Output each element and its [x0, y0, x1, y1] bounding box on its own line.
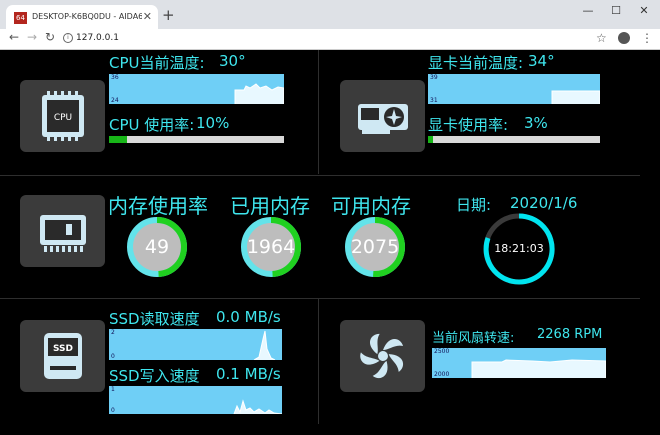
gpu-usage-bar — [428, 136, 600, 143]
ssd-write-label: SSD写入速度 — [109, 367, 200, 385]
memory-free-label: 可用内存 — [331, 194, 411, 218]
cpu-usage-bar — [109, 136, 284, 143]
ssd-write-trace — [233, 399, 282, 414]
fan-tile — [340, 320, 425, 392]
ssd-tile: SSD — [20, 320, 105, 392]
memory-free-gauge: 2075 — [344, 216, 406, 278]
svg-text:SSD: SSD — [53, 344, 73, 354]
cpu-icon: CPU — [42, 91, 84, 141]
graphics-card-icon — [358, 104, 408, 134]
ssd-read-label: SSD读取速度 — [109, 310, 200, 328]
memory-used-value: 1964 — [246, 236, 296, 258]
ssd-read-chart: 2 0 — [109, 329, 282, 360]
fan-icon — [360, 333, 404, 379]
memory-used-gauge: 1964 — [240, 216, 302, 278]
site-info-icon[interactable]: i — [63, 33, 73, 43]
gpu-temp-value: 34° — [528, 52, 555, 70]
gpu-usage-label: 显卡使用率: — [428, 116, 509, 134]
ssd-read-value: 0.0 MB/s — [216, 308, 281, 326]
memory-used-label: 已用内存 — [230, 194, 310, 218]
clock-ring: 18:21:03 — [482, 212, 556, 286]
svg-text:CPU: CPU — [54, 113, 72, 123]
gpu-usage-fill — [428, 136, 434, 143]
divider — [318, 299, 319, 424]
ssd-write-value: 0.1 MB/s — [216, 365, 281, 383]
memory-icon — [40, 215, 86, 252]
cpu-usage-value: 10% — [196, 114, 230, 132]
gpu-temp-chart: 39 31 — [428, 74, 600, 104]
fan-speed-label: 当前风扇转速: — [432, 331, 515, 346]
aida64-dashboard: CPU CPU当前温度: 30° 36 24 CPU 使用率: 10% 显卡当前… — [0, 50, 660, 435]
cpu-temp-label: CPU当前温度: — [109, 54, 205, 72]
gpu-temp-trace — [551, 90, 600, 104]
ssd-read-trace — [253, 330, 276, 360]
gpu-usage-value: 3% — [524, 114, 548, 132]
cpu-usage-fill — [109, 136, 127, 143]
gpu-tile — [340, 80, 425, 152]
memory-free-value: 2075 — [350, 236, 400, 258]
browser-toolbar: ← → ↻ i 127.0.0.1 ☆ ⋮ — [0, 29, 660, 50]
address-bar[interactable]: 127.0.0.1 — [76, 33, 119, 43]
tab-title: DESKTOP-K6BQ0DU - AIDA64 — [32, 12, 142, 21]
memory-usage-label: 内存使用率 — [108, 194, 208, 218]
reload-icon[interactable]: ↻ — [45, 30, 55, 44]
cpu-temp-trace — [234, 83, 284, 104]
divider — [0, 298, 640, 299]
clock-time: 18:21:03 — [494, 242, 544, 255]
divider — [318, 50, 319, 174]
cpu-usage-label: CPU 使用率: — [109, 116, 195, 134]
cpu-temp-value: 30° — [219, 52, 246, 70]
bookmark-star-icon[interactable]: ☆ — [596, 31, 607, 45]
memory-tile — [20, 195, 105, 267]
memory-usage-value: 49 — [144, 236, 170, 258]
gpu-temp-label: 显卡当前温度: — [428, 54, 524, 72]
new-tab-button[interactable]: + — [162, 6, 175, 24]
fan-speed-value: 2268 RPM — [537, 327, 603, 342]
fan-speed-chart: 2500 2000 — [432, 348, 606, 378]
divider — [0, 175, 640, 176]
cpu-temp-chart: 36 24 — [109, 74, 284, 104]
ssd-icon: SSD — [44, 333, 82, 379]
browser-chrome: 64 DESKTOP-K6BQ0DU - AIDA64 ✕ + — ☐ ✕ ← … — [0, 0, 660, 50]
cpu-tile: CPU — [20, 80, 105, 152]
fan-speed-trace — [471, 359, 606, 378]
ssd-write-chart: 1 0 — [109, 386, 282, 414]
profile-avatar-icon[interactable] — [618, 32, 630, 44]
memory-usage-gauge: 49 — [126, 216, 188, 278]
forward-arrow-icon[interactable]: → — [27, 30, 37, 44]
close-window-button[interactable]: ✕ — [626, 2, 660, 20]
menu-kebab-icon[interactable]: ⋮ — [641, 31, 653, 45]
aida64-favicon-icon: 64 — [14, 12, 27, 24]
browser-tab[interactable]: 64 DESKTOP-K6BQ0DU - AIDA64 ✕ — [6, 5, 158, 31]
tab-close-icon[interactable]: ✕ — [143, 10, 152, 23]
back-arrow-icon[interactable]: ← — [9, 30, 19, 44]
date-value: 2020/1/6 — [510, 194, 578, 212]
